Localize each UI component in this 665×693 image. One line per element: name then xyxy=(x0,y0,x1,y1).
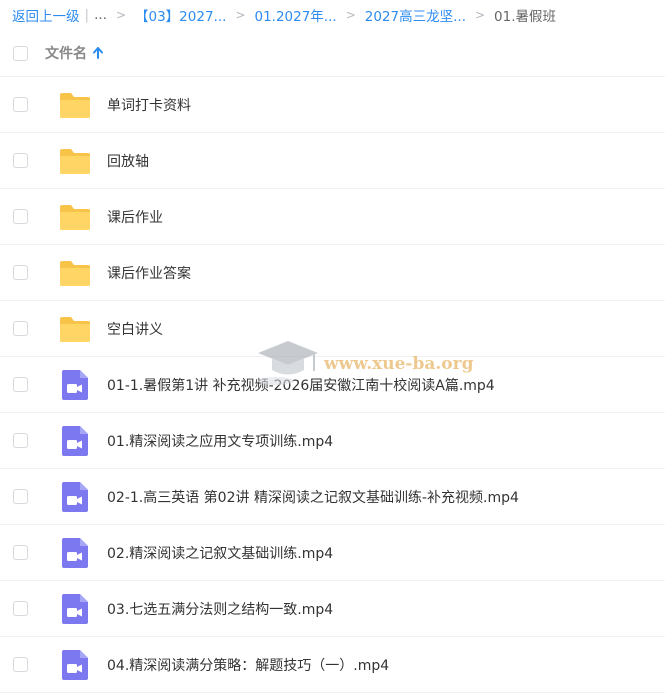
file-row[interactable]: 01-1.暑假第1讲 补充视频-2026届安徽江南十校阅读A篇.mp4 xyxy=(0,357,665,413)
video-file-icon xyxy=(57,647,93,683)
select-all-checkbox[interactable] xyxy=(13,45,28,61)
chevron-right-icon: > xyxy=(115,8,126,22)
file-row[interactable]: 02-1.高三英语 第02讲 精深阅读之记叙文基础训练-补充视频.mp4 xyxy=(0,469,665,525)
breadcrumb-current: 01.暑假班 xyxy=(494,9,557,25)
row-checkbox[interactable] xyxy=(13,377,28,392)
file-name[interactable]: 回放轴 xyxy=(107,151,149,171)
file-name[interactable]: 01.精深阅读之应用文专项训练.mp4 xyxy=(107,431,333,451)
row-checkbox[interactable] xyxy=(13,209,28,224)
folder-icon xyxy=(57,199,93,235)
folder-icon xyxy=(57,311,93,347)
row-checkbox[interactable] xyxy=(13,489,28,504)
file-name[interactable]: 03.七选五满分法则之结构一致.mp4 xyxy=(107,599,333,619)
row-checkbox[interactable] xyxy=(13,321,28,336)
video-file-icon xyxy=(57,535,93,571)
file-name[interactable]: 课后作业答案 xyxy=(107,263,191,283)
folder-icon xyxy=(57,143,93,179)
video-file-icon xyxy=(57,423,93,459)
filename-column-header[interactable]: 文件名 xyxy=(45,43,87,63)
row-checkbox[interactable] xyxy=(13,153,28,168)
file-name[interactable]: 01-1.暑假第1讲 补充视频-2026届安徽江南十校阅读A篇.mp4 xyxy=(107,375,495,395)
file-name[interactable]: 课后作业 xyxy=(107,207,163,227)
file-row[interactable]: 01.精深阅读之应用文专项训练.mp4 xyxy=(0,413,665,469)
row-checkbox[interactable] xyxy=(13,433,28,448)
file-name[interactable]: 02.精深阅读之记叙文基础训练.mp4 xyxy=(107,543,333,563)
file-row[interactable]: 03.七选五满分法则之结构一致.mp4 xyxy=(0,581,665,637)
sort-ascending-icon[interactable] xyxy=(93,47,103,59)
video-file-icon xyxy=(57,591,93,627)
file-row[interactable]: 04.精深阅读满分策略：解题技巧（一）.mp4 xyxy=(0,637,665,693)
file-name[interactable]: 单词打卡资料 xyxy=(107,95,191,115)
file-list-header: 文件名 xyxy=(0,30,665,77)
row-checkbox[interactable] xyxy=(13,97,28,112)
file-name[interactable]: 空白讲义 xyxy=(107,319,163,339)
folder-icon xyxy=(57,87,93,123)
folder-row[interactable]: 课后作业 xyxy=(0,189,665,245)
chevron-right-icon: > xyxy=(235,8,246,22)
breadcrumb-item[interactable]: 【03】2027... xyxy=(135,5,226,25)
folder-row[interactable]: 回放轴 xyxy=(0,133,665,189)
breadcrumb-divider: | xyxy=(84,7,90,23)
file-name[interactable]: 04.精深阅读满分策略：解题技巧（一）.mp4 xyxy=(107,655,389,675)
row-checkbox[interactable] xyxy=(13,601,28,616)
chevron-right-icon: > xyxy=(474,8,486,22)
file-name[interactable]: 02-1.高三英语 第02讲 精深阅读之记叙文基础训练-补充视频.mp4 xyxy=(107,487,519,507)
video-file-icon xyxy=(57,479,93,515)
row-checkbox[interactable] xyxy=(13,545,28,560)
breadcrumb-item[interactable]: 01.2027年... xyxy=(254,5,336,25)
breadcrumb: 返回上一级 | ... > 【03】2027... > 01.2027年... … xyxy=(0,0,665,30)
breadcrumb-item[interactable]: 2027高三龙坚... xyxy=(365,5,466,25)
folder-row[interactable]: 课后作业答案 xyxy=(0,245,665,301)
breadcrumb-ellipsis[interactable]: ... xyxy=(94,7,107,23)
back-link[interactable]: 返回上一级 xyxy=(12,5,80,25)
folder-icon xyxy=(57,255,93,291)
folder-row[interactable]: 单词打卡资料 xyxy=(0,77,665,133)
file-list: 单词打卡资料 回放轴课后作业课后作业答案 空白讲义 01-1.暑假第1讲 补充视频-2… xyxy=(0,77,665,693)
row-checkbox[interactable] xyxy=(13,657,28,672)
folder-row[interactable]: 空白讲义 xyxy=(0,301,665,357)
row-checkbox[interactable] xyxy=(13,265,28,280)
file-row[interactable]: 02.精深阅读之记叙文基础训练.mp4 xyxy=(0,525,665,581)
chevron-right-icon: > xyxy=(345,8,356,22)
video-file-icon xyxy=(57,367,93,403)
